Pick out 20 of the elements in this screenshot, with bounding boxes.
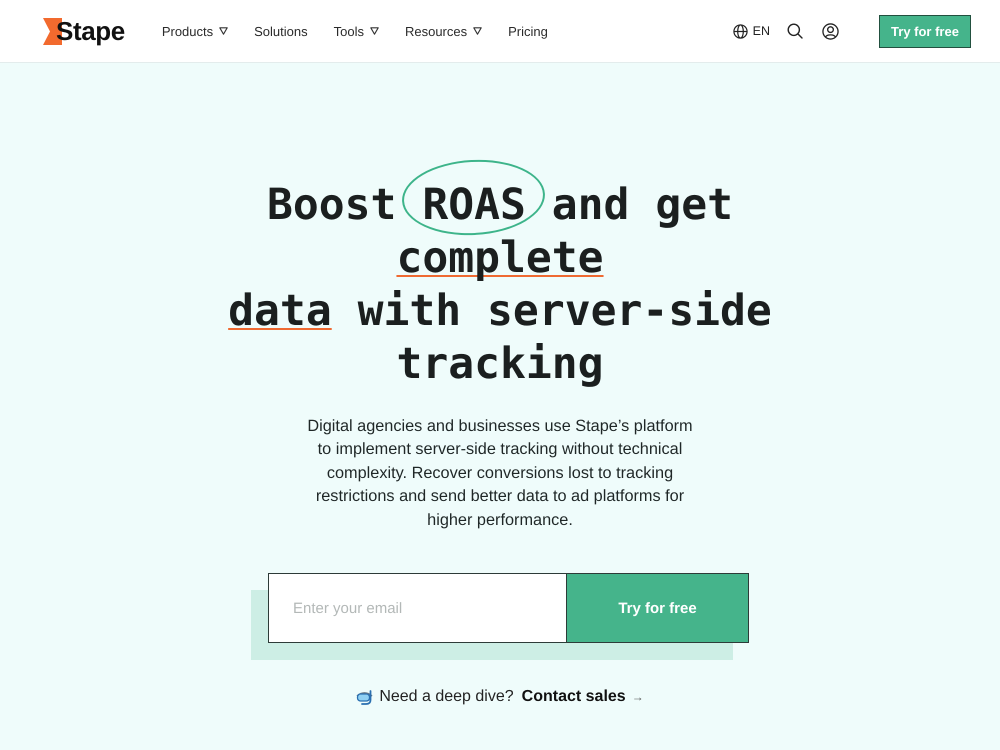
diving-mask-icon — [356, 689, 374, 706]
nav-link[interactable]: Solutions — [254, 24, 308, 38]
language-selector[interactable]: EN — [732, 24, 770, 38]
caret-down-icon — [219, 27, 228, 35]
headline: Boost ROAS and get complete data with server-side tracking — [200, 160, 800, 391]
contact-sales-link[interactable]: Contact sales → — [522, 687, 644, 708]
email-input[interactable]: Enter your email — [268, 573, 567, 644]
user-icon — [822, 22, 839, 40]
search-button[interactable] — [787, 23, 803, 39]
nav-link[interactable]: Products — [162, 24, 228, 38]
prompt-text: Need a deep dive? — [379, 687, 514, 708]
nav-link[interactable]: Tools — [334, 24, 379, 38]
description-text: Digital agencies and businesses use Stape’s platform to implement server-side tracking without technical complexity. Recover conversions lost to tracking restrictions and send better data to ad platforms for higher performance. — [306, 416, 694, 531]
nav-link[interactable]: Pricing — [508, 24, 548, 38]
account-button[interactable] — [822, 22, 839, 40]
caret-down-icon — [473, 27, 482, 35]
search-icon — [787, 23, 803, 39]
caret-down-icon — [370, 27, 379, 35]
nav-link[interactable]: Resources — [404, 24, 482, 38]
globe-icon — [732, 24, 748, 38]
